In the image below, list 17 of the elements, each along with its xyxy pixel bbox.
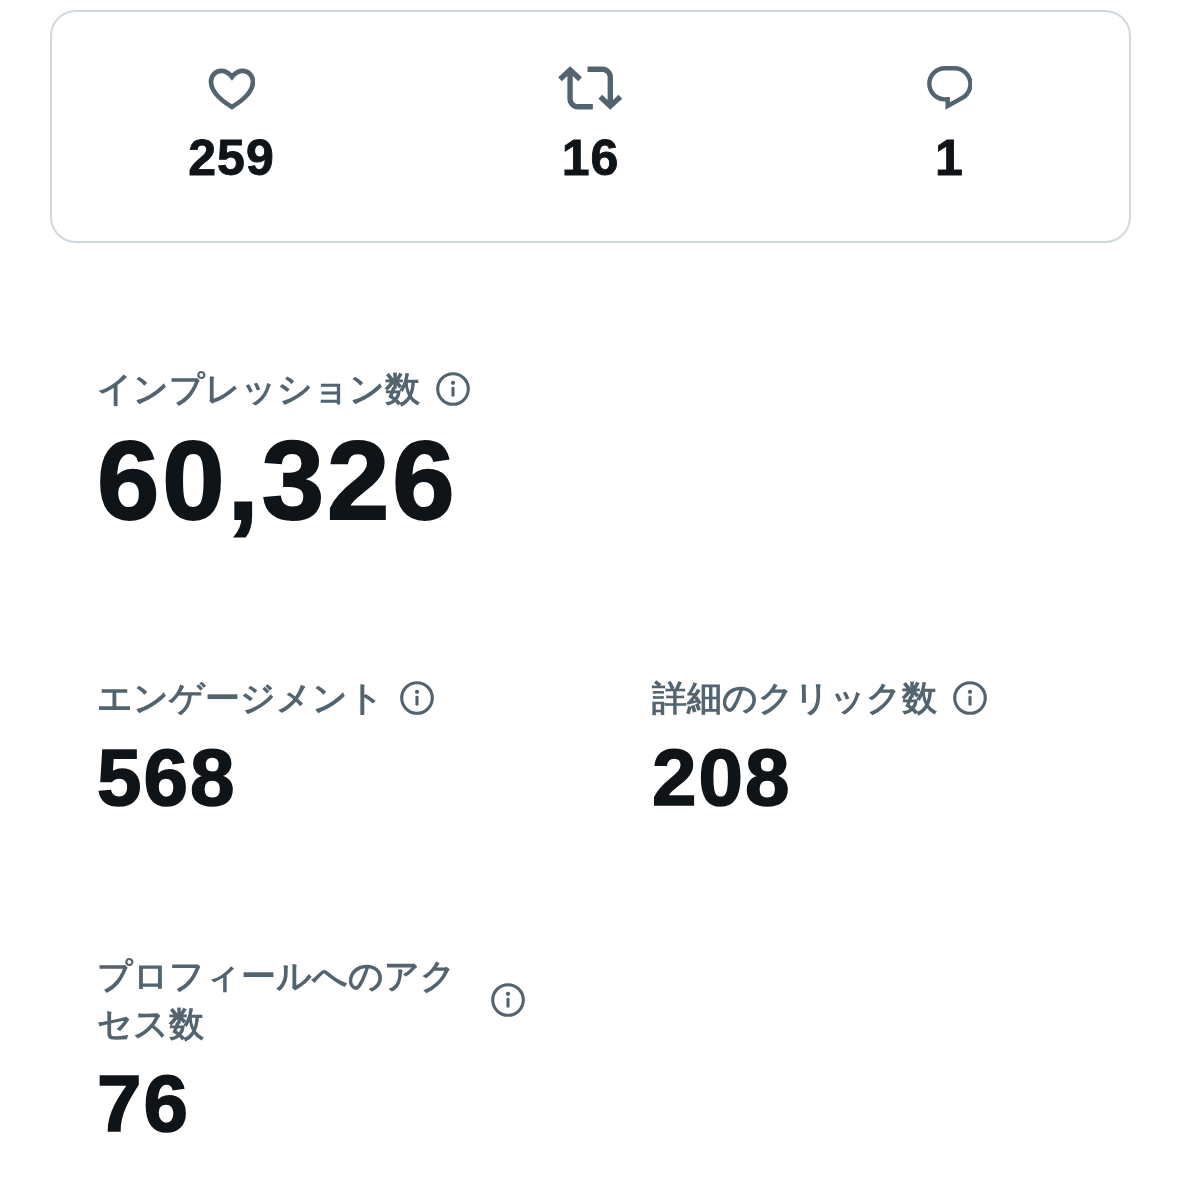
stat-count: 16: [561, 129, 620, 188]
metric-value: 568: [97, 731, 237, 824]
info-icon[interactable]: [400, 680, 434, 715]
metric-label: 詳細のクリック数: [652, 676, 937, 719]
speech-bubble-icon: [926, 65, 973, 110]
info-icon[interactable]: [436, 372, 470, 406]
info-icon[interactable]: [491, 982, 525, 1017]
stat-count: 1: [935, 129, 964, 188]
metric-label: エンゲージメント: [97, 676, 384, 719]
metric-label: プロフィールへのアクセス数: [97, 954, 457, 1045]
repost-icon: [558, 65, 623, 110]
metric-value: 76: [97, 1057, 190, 1150]
info-icon[interactable]: [953, 680, 987, 715]
metric-value: 60,326: [97, 417, 458, 545]
metric-label: インプレッション数: [97, 368, 420, 410]
metric-value: 208: [652, 731, 792, 824]
stat-count: 259: [188, 129, 275, 188]
